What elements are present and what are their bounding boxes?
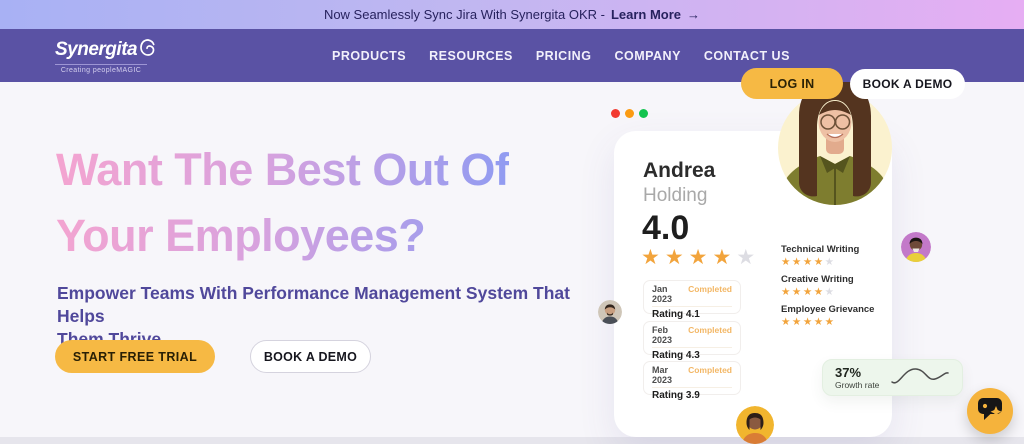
avatar-man-beard <box>598 300 622 324</box>
employee-first-name: Andrea <box>643 159 715 183</box>
skill-employee-grievance: Employee Grievance ★★★★★ <box>781 304 874 328</box>
landing-page: Now Seamlessly Sync Jira With Synergita … <box>0 0 1024 444</box>
employee-last-name: Holding <box>643 185 707 207</box>
swirl-logo-icon <box>139 38 156 62</box>
skill-name: Creative Writing <box>781 274 854 285</box>
stars-empty: ★ <box>736 246 760 269</box>
review-month: Mar 2023 <box>652 365 688 385</box>
navbar: Synergita Creating peopleMAGIC PRODUCTS … <box>0 29 1024 82</box>
review-card-jan[interactable]: Jan 2023 Completed Rating 4.1 <box>643 280 741 314</box>
start-free-trial-button[interactable]: START FREE TRIAL <box>55 340 215 373</box>
brand-tagline: Creating peopleMAGIC <box>55 64 147 74</box>
nav-item-contact-us[interactable]: CONTACT US <box>704 49 790 63</box>
hero-title: Want The Best Out Of Your Employees? <box>56 137 509 269</box>
hero-title-line2: Your Employees? <box>56 203 509 269</box>
nav-item-pricing[interactable]: PRICING <box>536 49 592 63</box>
announcement-text: Now Seamlessly Sync Jira With Synergita … <box>324 7 605 22</box>
review-status-badge: Completed <box>688 325 732 335</box>
review-month: Feb 2023 <box>652 325 688 345</box>
skill-star-rating: ★★★★★ <box>781 256 859 268</box>
overall-star-rating: ★★★★★ <box>641 245 760 270</box>
nav-item-company[interactable]: COMPANY <box>614 49 680 63</box>
stars-empty: ★ <box>825 256 836 268</box>
stars-filled: ★★★★ <box>781 286 825 298</box>
window-traffic-dots <box>611 109 648 118</box>
stars-empty: ★ <box>825 286 836 298</box>
skill-star-rating: ★★★★★ <box>781 286 854 298</box>
stars-filled: ★★★★★ <box>781 316 836 328</box>
nav-item-resources[interactable]: RESOURCES <box>429 49 513 63</box>
skill-creative-writing: Creative Writing ★★★★★ <box>781 274 854 298</box>
arrow-right-icon: → <box>687 7 700 22</box>
skill-name: Technical Writing <box>781 244 859 255</box>
brand-logo[interactable]: Synergita Creating peopleMAGIC <box>55 38 147 74</box>
skill-name: Employee Grievance <box>781 304 874 315</box>
red-dot-icon <box>611 109 620 118</box>
avatar-man-yellow-shirt <box>901 232 931 262</box>
chat-widget-button[interactable] <box>967 388 1013 434</box>
chat-bubble-icon <box>977 397 1004 426</box>
sparkline-icon <box>889 362 951 393</box>
section-divider <box>0 437 1024 444</box>
hero-title-line1: Want The Best Out Of <box>56 137 509 203</box>
announcement-learn-more-link[interactable]: Learn More <box>611 7 681 22</box>
growth-rate-value: 37% <box>835 366 879 380</box>
login-button[interactable]: LOG IN <box>741 68 843 99</box>
hero-book-a-demo-button[interactable]: BOOK A DEMO <box>250 340 371 373</box>
review-rating: Rating 3.9 <box>652 390 732 401</box>
review-status-badge: Completed <box>688 365 732 375</box>
nav-book-a-demo-button[interactable]: BOOK A DEMO <box>850 69 965 99</box>
orange-dot-icon <box>625 109 634 118</box>
green-dot-icon <box>639 109 648 118</box>
review-rating: Rating 4.1 <box>652 309 732 320</box>
review-rating: Rating 4.3 <box>652 350 732 361</box>
stars-filled: ★★★★ <box>781 256 825 268</box>
skill-star-rating: ★★★★★ <box>781 316 874 328</box>
review-card-feb[interactable]: Feb 2023 Completed Rating 4.3 <box>643 321 741 355</box>
growth-rate-badge: 37% Growth rate <box>822 359 963 396</box>
brand-name: Synergita <box>55 39 137 61</box>
nav-menu: PRODUCTS RESOURCES PRICING COMPANY CONTA… <box>332 29 790 82</box>
stars-filled: ★★★★ <box>641 246 736 269</box>
nav-item-products[interactable]: PRODUCTS <box>332 49 406 63</box>
overall-rating-value: 4.0 <box>642 209 689 248</box>
review-month: Jan 2023 <box>652 284 688 304</box>
growth-rate-label: Growth rate <box>835 380 879 390</box>
skill-technical-writing: Technical Writing ★★★★★ <box>781 244 859 268</box>
review-card-mar[interactable]: Mar 2023 Completed Rating 3.9 <box>643 361 741 395</box>
avatar-woman-orange-top <box>736 406 774 444</box>
review-status-badge: Completed <box>688 284 732 294</box>
announcement-banner: Now Seamlessly Sync Jira With Synergita … <box>0 0 1024 29</box>
